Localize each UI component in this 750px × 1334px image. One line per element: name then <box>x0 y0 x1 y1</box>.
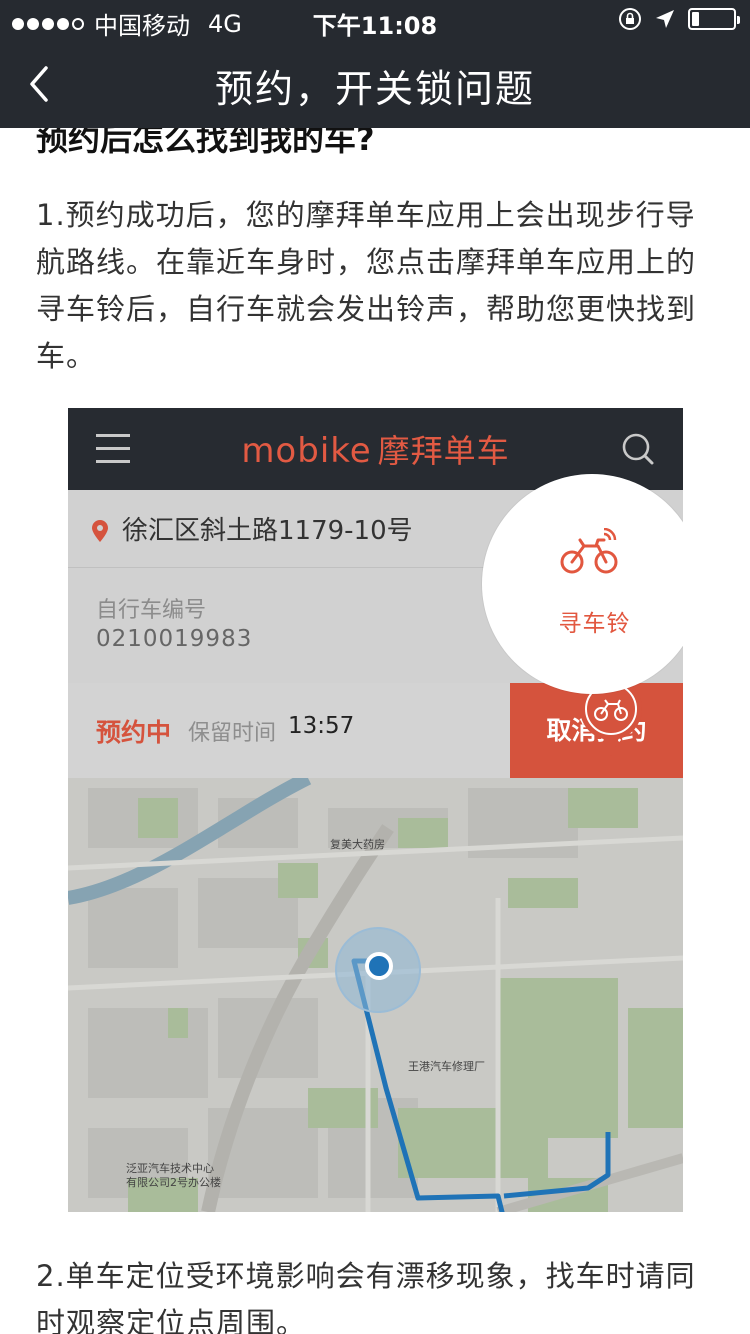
user-location-dot <box>365 952 393 980</box>
bike-number: 0210019983 <box>96 626 253 652</box>
ring-label: 寻车铃 <box>558 611 631 637</box>
battery-icon <box>688 8 740 30</box>
hold-time-value: 13:57 <box>288 713 355 739</box>
bike-address: 徐汇区斜土路1179-10号 <box>122 516 413 546</box>
status-right <box>618 7 740 31</box>
article-content: 预约后怎么找到我的车? 1.预约成功后，您的摩拜单车应用上会出现步行导航路线。在… <box>0 128 750 1334</box>
page-title: 预约，开关锁问题 <box>214 67 535 111</box>
brand-latin: mobike <box>241 431 372 471</box>
search-icon <box>622 433 654 465</box>
location-pin-icon <box>92 520 108 542</box>
map-label-office-2: 有限公司2号办公楼 <box>126 1176 221 1189</box>
map-label-repair: 王港汽车修理厂 <box>408 1060 485 1073</box>
bike-ring-icon <box>560 528 618 574</box>
app-screenshot: mobike 摩拜单车 徐汇区斜土路1179-10号 自行车编号 02100199… <box>68 408 683 1212</box>
rotation-lock-icon <box>619 8 641 30</box>
nav-bar: 预约，开关锁问题 <box>0 40 750 128</box>
brand-chinese: 摩拜单车 <box>377 432 510 470</box>
article-heading: 预约后怎么找到我的车? <box>36 128 375 158</box>
bike-number-label: 自行车编号 <box>96 598 207 623</box>
hold-time-label: 保留时间 <box>188 721 277 746</box>
reservation-status: 预约中 <box>96 718 172 747</box>
paragraph-location-drift: 2.单车定位受环境影响会有漂移现象，找车时请同时观察定位点周围。 <box>36 1259 696 1334</box>
paragraph-find-bike: 1.预约成功后，您的摩拜单车应用上会出现步行导航路线。在靠近车身时，您点击摩拜单… <box>36 198 697 373</box>
status-bar: 中国移动 4G 下午11:08 <box>0 0 750 40</box>
map-label-pharmacy: 复美大药房 <box>330 838 385 851</box>
app-logo: mobike 摩拜单车 <box>68 426 683 472</box>
location-arrow-icon <box>656 10 674 28</box>
